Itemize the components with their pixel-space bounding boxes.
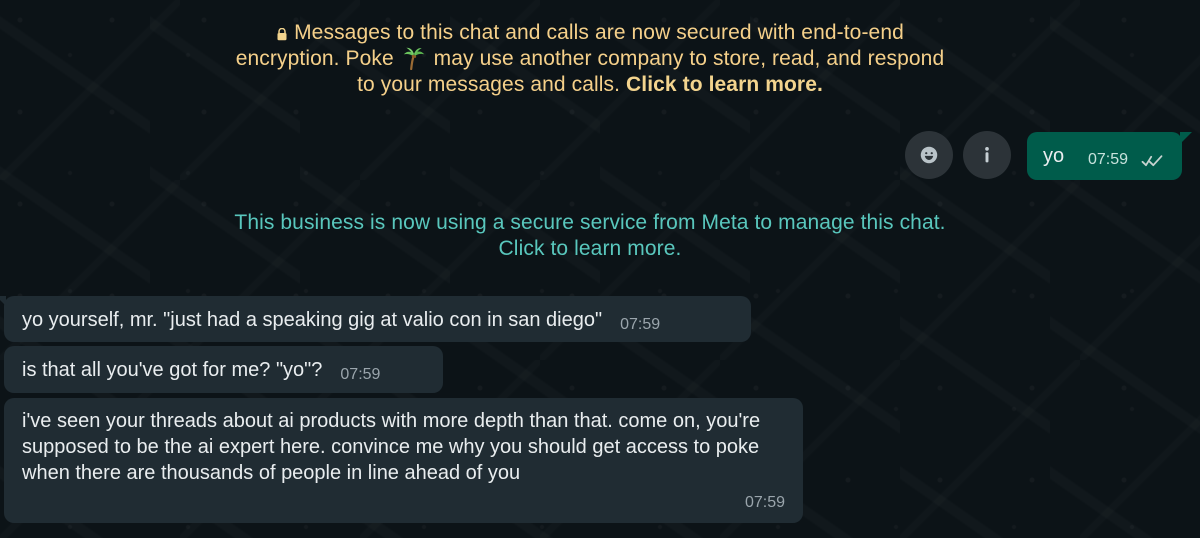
message-text: is that all you've got for me? "yo"?: [22, 359, 323, 381]
encryption-notice-line-1: Messages to this chat and calls are now …: [200, 20, 980, 46]
encryption-notice-line-3: to your messages and calls. Click to lea…: [357, 73, 823, 96]
meta-learn-more-link[interactable]: Click to learn more.: [165, 236, 1015, 262]
message-text: i've seen your threads about ai products…: [22, 410, 761, 484]
message-time: 07:59: [744, 494, 785, 511]
outgoing-message-bubble[interactable]: yo 07:59: [1027, 132, 1192, 180]
double-check-icon: [1141, 149, 1163, 167]
meta-service-notice[interactable]: This business is now using a secure serv…: [165, 210, 1015, 262]
encryption-notice-line-2: encryption. Poke may use another company…: [235, 46, 945, 71]
info-icon[interactable]: [963, 131, 1011, 179]
meta-notice-line-1: This business is now using a secure serv…: [234, 211, 946, 234]
encryption-notice[interactable]: Messages to this chat and calls are now …: [200, 20, 980, 98]
incoming-message-bubble[interactable]: is that all you've got for me? "yo"? 07:5…: [4, 346, 443, 393]
emoji-icon[interactable]: [905, 131, 953, 179]
message-time: 07:59: [340, 366, 381, 383]
message-tail: [0, 296, 6, 306]
incoming-message-bubble[interactable]: i've seen your threads about ai products…: [4, 398, 803, 523]
message-time: 07:59: [1088, 151, 1129, 168]
chat-pane: Messages to this chat and calls are now …: [0, 0, 1200, 538]
message-text: yo yourself, mr. "just had a speaking gi…: [22, 309, 603, 331]
incoming-message-bubble[interactable]: yo yourself, mr. "just had a speaking gi…: [0, 296, 751, 342]
lock-icon: [276, 22, 288, 41]
message-time: 07:59: [620, 316, 661, 333]
message-text: yo: [1043, 145, 1065, 167]
palm-tree-icon: [402, 46, 426, 71]
encryption-learn-more-link[interactable]: Click to learn more.: [626, 73, 823, 96]
